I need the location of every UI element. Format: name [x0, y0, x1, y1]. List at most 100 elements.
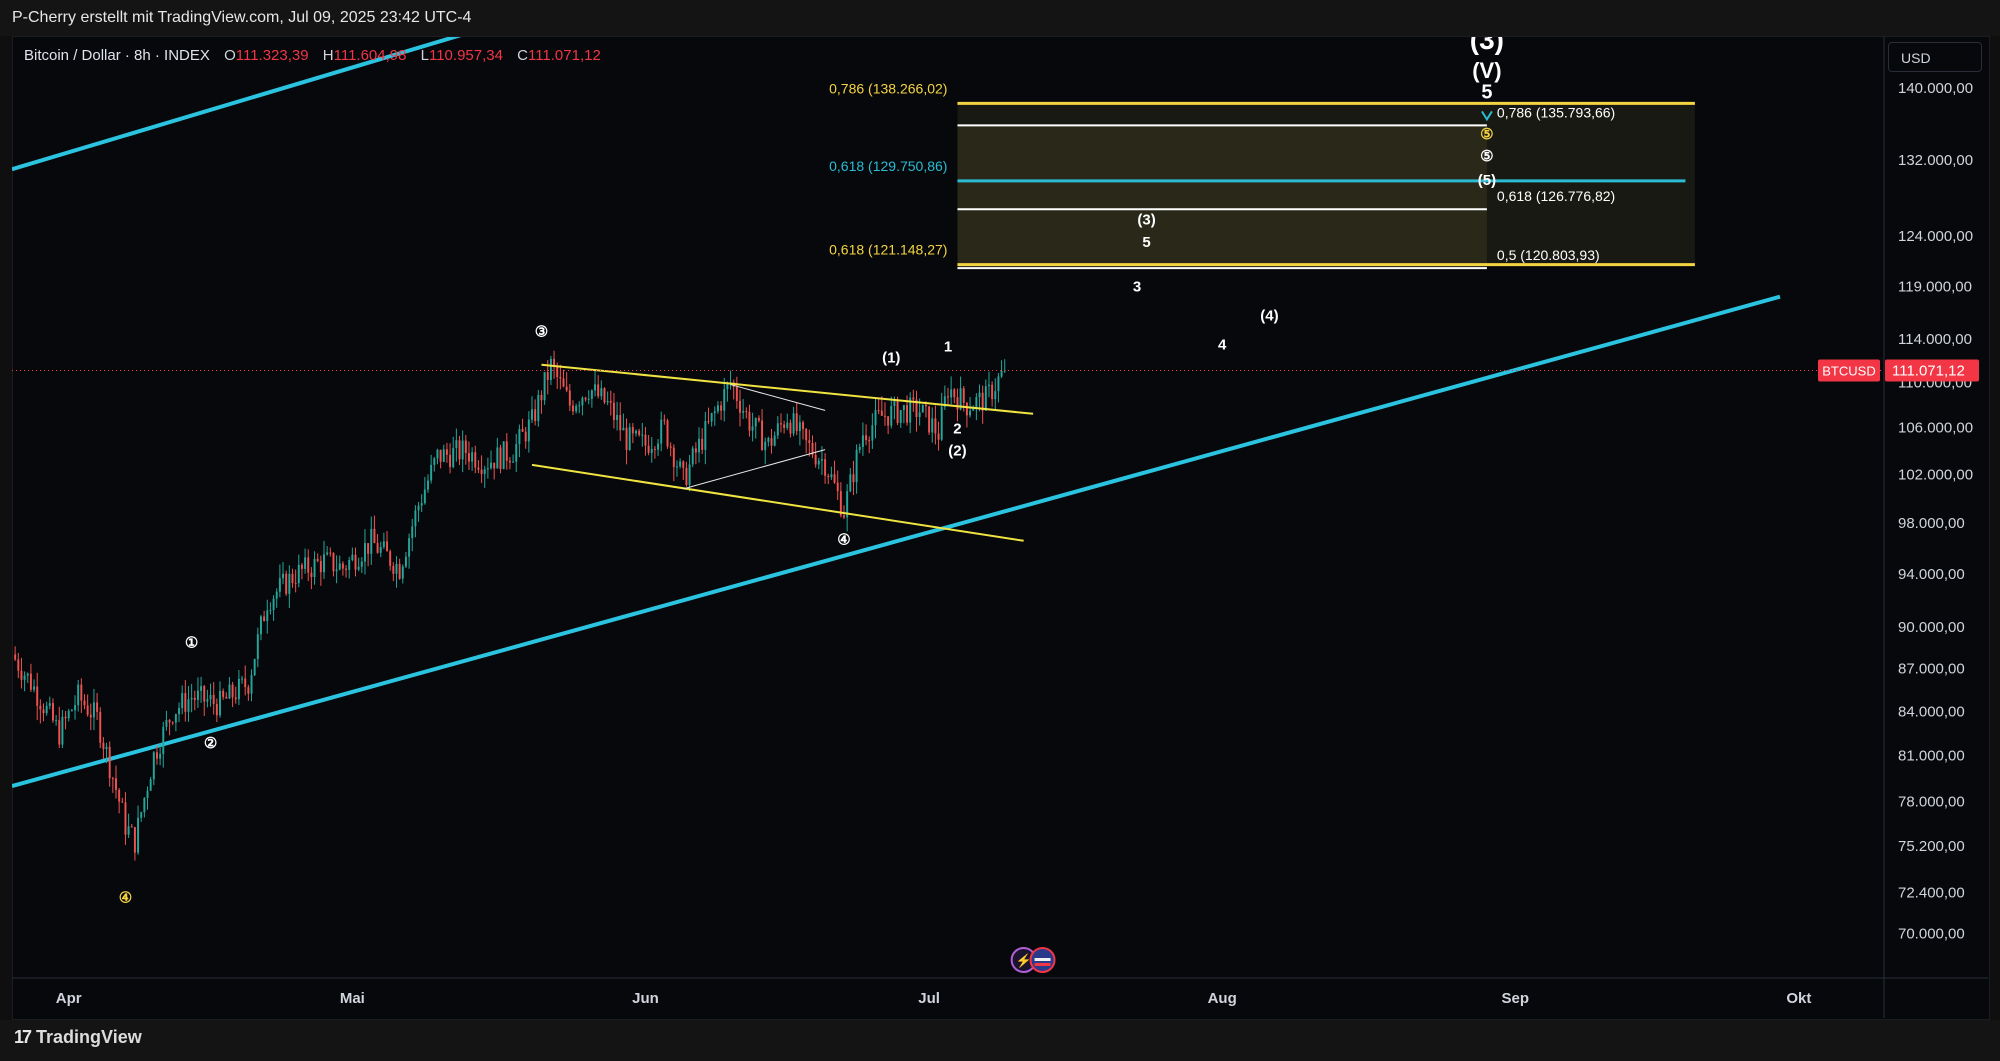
candle-body [505, 441, 508, 461]
candle-body [675, 466, 678, 468]
candle-body [524, 431, 527, 442]
candle-body [612, 402, 615, 420]
candle-body [625, 427, 628, 450]
candle-body [64, 716, 67, 719]
low-value: 110.957,34 [428, 47, 503, 64]
candle-body [111, 778, 114, 780]
candle-body [67, 710, 70, 719]
wave-label: ⑤ [1480, 126, 1493, 143]
candle-body [745, 411, 748, 413]
candle-body [433, 458, 436, 465]
candle-body [357, 566, 360, 570]
candle-body [527, 419, 530, 442]
candle-body [994, 391, 997, 400]
candle-body [962, 388, 965, 403]
wave-label: 3 [1133, 279, 1141, 296]
candle-body [606, 401, 609, 403]
candle-body [953, 389, 956, 398]
candle-body [921, 404, 924, 413]
candle-body [162, 726, 165, 754]
candle-body [559, 377, 562, 379]
open-label: O [224, 47, 236, 64]
price-tick-label: 72.400,00 [1898, 885, 1965, 902]
candle-body [323, 554, 325, 573]
candle-body [827, 475, 830, 478]
channel-line-2 [12, 37, 462, 172]
candle-body [660, 419, 663, 444]
currency-button[interactable]: USD [1888, 42, 1982, 72]
candle-body [798, 422, 801, 432]
candle-body [590, 390, 593, 399]
candle-body [802, 422, 805, 429]
candle-body [735, 387, 738, 401]
candle-body [969, 410, 972, 416]
symbol-tag-label: BTCUSD [1822, 364, 1875, 379]
candle-body [140, 812, 143, 818]
candle-body [404, 556, 407, 567]
tradingview-logo-icon: 17 [14, 1027, 32, 1047]
last-price-tag-label: 111.071,12 [1892, 363, 1965, 380]
candle-body [48, 703, 51, 706]
price-chart[interactable]: 0,786 (138.266,02) 0,618 (129.750,86) 0,61… [0, 0, 2000, 1061]
candle-body [644, 434, 647, 446]
candle-body [773, 435, 776, 446]
candle-body [335, 569, 338, 572]
candle-body [543, 372, 546, 401]
candle-body [540, 394, 543, 401]
candle-body [461, 440, 464, 460]
candle-body [890, 405, 893, 426]
candle-body [480, 469, 483, 474]
candle-body [779, 423, 782, 425]
candle-body [861, 435, 864, 447]
price-tick-label: 114.000,00 [1898, 331, 1972, 348]
fib-zone-inner-fill [957, 125, 1487, 269]
candle-body [449, 454, 452, 468]
candle-body [858, 446, 861, 450]
wave-label: (1) [882, 350, 900, 367]
candle-body [918, 412, 921, 418]
price-tick-label: 102.000,00 [1898, 466, 1973, 483]
candle-body [666, 420, 669, 447]
candle-body [493, 462, 496, 469]
candle-body [174, 714, 177, 723]
price-tick-label: 78.000,00 [1898, 794, 1965, 811]
candle-body [455, 440, 458, 448]
wave-label: (3) [1470, 24, 1504, 55]
candle-body [490, 462, 493, 469]
candle-body [477, 467, 480, 470]
wave-label: 4 [1218, 337, 1227, 354]
candle-body [657, 443, 660, 450]
candle-body [534, 409, 537, 422]
candle-body [231, 684, 234, 698]
candle-body [546, 372, 549, 380]
candle-body [61, 716, 64, 745]
candle-body [521, 429, 524, 432]
wave-label: ① [185, 635, 198, 652]
candle-body [99, 711, 102, 743]
candle-body [820, 459, 823, 461]
close-value: 111.071,12 [527, 47, 601, 64]
wave-label: (4) [1260, 308, 1278, 325]
candle-body [616, 415, 619, 420]
candle-body [906, 405, 909, 423]
time-tick-label: Jul [918, 990, 940, 1007]
candle-body [152, 752, 155, 780]
candle-body [987, 384, 990, 387]
candle-body [997, 376, 1000, 392]
tradingview-logo[interactable]: 17 TradingView [14, 1027, 142, 1048]
candle-body [348, 560, 351, 570]
candle-body [159, 753, 162, 759]
candle-body [278, 578, 281, 592]
candle-body [874, 410, 877, 426]
candle-body [619, 415, 622, 431]
candle-body [795, 413, 798, 432]
wave-label: (5) [1478, 172, 1496, 189]
symbol-label[interactable]: Bitcoin / Dollar · 8h · INDEX [24, 47, 210, 64]
candle-body [219, 690, 221, 716]
candle-body [80, 684, 83, 701]
price-tick-label: 90.000,00 [1898, 619, 1965, 636]
candle-body [663, 419, 666, 421]
wave-label: ② [204, 735, 217, 752]
candle-body [430, 464, 433, 481]
candle-body [285, 573, 288, 594]
